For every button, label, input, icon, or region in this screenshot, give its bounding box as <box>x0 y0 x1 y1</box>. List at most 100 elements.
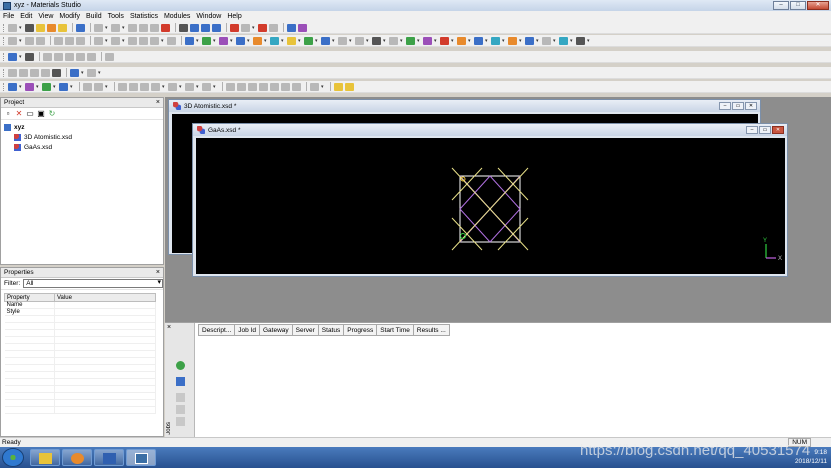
supercell-icon[interactable] <box>140 82 149 91</box>
castep-icon[interactable] <box>423 36 432 45</box>
chevron-down-icon[interactable]: ▾ <box>587 37 591 45</box>
dmol3-icon[interactable] <box>406 36 415 45</box>
restore-button[interactable]: ▭ <box>759 126 771 134</box>
conformers-icon[interactable] <box>525 36 534 45</box>
play-icon[interactable] <box>83 82 92 91</box>
chevron-down-icon[interactable]: ▾ <box>179 83 183 91</box>
script-icon[interactable] <box>8 52 17 61</box>
chevron-down-icon[interactable]: ▾ <box>315 37 319 45</box>
sketch-pointer-icon[interactable] <box>43 52 52 61</box>
property-value[interactable] <box>54 308 156 316</box>
anim-last-icon[interactable] <box>281 82 290 91</box>
chevron-down-icon[interactable]: ▾ <box>19 24 23 32</box>
save-icon[interactable] <box>25 23 34 32</box>
sorption-icon[interactable] <box>321 36 330 45</box>
menu-build[interactable]: Build <box>86 13 102 20</box>
toolbar-grip[interactable] <box>3 82 6 91</box>
new-folder-icon[interactable]: ▫ <box>4 109 12 118</box>
visualizer-tools-icon[interactable] <box>576 36 585 45</box>
start-button[interactable] <box>2 448 24 467</box>
anim-first-icon[interactable] <box>226 82 235 91</box>
menu-statistics[interactable]: Statistics <box>130 13 158 20</box>
chevron-down-icon[interactable]: ▾ <box>98 69 102 77</box>
pause-job-icon[interactable] <box>176 405 185 414</box>
chevron-down-icon[interactable]: ▾ <box>19 37 23 45</box>
distribute-icon[interactable] <box>65 36 74 45</box>
redo-icon[interactable] <box>111 23 120 32</box>
chevron-down-icon[interactable]: ▾ <box>161 37 165 45</box>
import-icon[interactable] <box>58 23 67 32</box>
sort-ba-icon[interactable] <box>139 36 148 45</box>
chevron-down-icon[interactable]: ▾ <box>19 83 23 91</box>
maximize-button[interactable]: □ <box>790 1 806 10</box>
chevron-down-icon[interactable]: ▾ <box>570 37 574 45</box>
blends-icon[interactable] <box>508 36 517 45</box>
label-icon[interactable] <box>287 23 296 32</box>
dftb-icon[interactable] <box>457 36 466 45</box>
symmetry-icon[interactable] <box>118 82 127 91</box>
chevron-down-icon[interactable]: ▾ <box>105 83 109 91</box>
chevron-down-icon[interactable]: ▾ <box>162 83 166 91</box>
menu-tools[interactable]: Tools <box>108 13 124 20</box>
toolbar-grip[interactable] <box>3 52 6 61</box>
calculator-icon[interactable] <box>334 82 343 91</box>
group-icon[interactable] <box>76 36 85 45</box>
chevron-down-icon[interactable]: ▾ <box>451 37 455 45</box>
lighting-icon[interactable] <box>87 68 96 77</box>
project-root[interactable]: xyz <box>4 122 160 132</box>
chevron-down-icon[interactable]: ▾ <box>434 37 438 45</box>
menu-window[interactable]: Window <box>196 13 221 20</box>
column-header-job-id[interactable]: Job Id <box>234 324 260 336</box>
synthia-icon[interactable] <box>559 36 568 45</box>
refresh-icon[interactable] <box>176 361 185 370</box>
anim-play-icon[interactable] <box>259 82 268 91</box>
report-icon[interactable] <box>345 82 354 91</box>
snap-icon[interactable] <box>30 68 39 77</box>
new-icon[interactable] <box>8 23 17 32</box>
open-folder-icon[interactable] <box>36 23 45 32</box>
tree-item-gaas[interactable]: GaAs.xsd <box>4 142 160 152</box>
menu-file[interactable]: File <box>3 13 14 20</box>
grid-view-icon[interactable] <box>176 377 185 386</box>
chevron-down-icon[interactable]: ▾ <box>247 37 251 45</box>
build-vacuum-icon[interactable] <box>270 36 279 45</box>
table-row[interactable]: Name <box>4 301 156 309</box>
align-grid-icon[interactable] <box>19 68 28 77</box>
chevron-down-icon[interactable]: ▾ <box>502 37 506 45</box>
chevron-down-icon[interactable]: ▾ <box>485 37 489 45</box>
anim-loop-icon[interactable] <box>292 82 301 91</box>
sketch-ring-icon[interactable] <box>25 82 34 91</box>
step-icon[interactable] <box>94 82 103 91</box>
close-icon[interactable]: × <box>167 324 171 331</box>
taskbar-explorer[interactable] <box>30 449 60 466</box>
translate-icon[interactable] <box>212 23 221 32</box>
chevron-down-icon[interactable]: ▾ <box>332 37 336 45</box>
mesocite-icon[interactable] <box>491 36 500 45</box>
anim-next-icon[interactable] <box>270 82 279 91</box>
minimize-button[interactable]: – <box>773 1 789 10</box>
close-button[interactable]: ✕ <box>807 1 829 10</box>
grid-icon[interactable] <box>8 36 17 45</box>
build-layer-icon[interactable] <box>236 36 245 45</box>
delete-icon[interactable] <box>161 23 170 32</box>
tree-item-3d-atomistic[interactable]: 3D Atomistic.xsd <box>4 132 160 142</box>
chevron-down-icon[interactable]: ▾ <box>298 37 302 45</box>
chevron-down-icon[interactable]: ▾ <box>264 37 268 45</box>
chart-icon[interactable] <box>167 36 176 45</box>
reflex-icon[interactable] <box>338 36 347 45</box>
chevron-down-icon[interactable]: ▾ <box>213 37 217 45</box>
filter-icon[interactable] <box>150 36 159 45</box>
function-icon[interactable] <box>25 52 34 61</box>
save-all-icon[interactable] <box>47 23 56 32</box>
3d-viewer-canvas[interactable]: Y X <box>196 138 785 274</box>
sketch-rotate-icon[interactable] <box>76 52 85 61</box>
sketch-search-icon[interactable] <box>54 52 63 61</box>
cleave-icon[interactable] <box>168 82 177 91</box>
anim-prev-icon[interactable] <box>237 82 246 91</box>
chevron-down-icon[interactable]: ▾ <box>349 37 353 45</box>
lattice-icon[interactable] <box>151 82 160 91</box>
document-title-bar[interactable]: GaAs.xsd * – ▭ ✕ <box>193 124 787 136</box>
column-header-start-time[interactable]: Start Time <box>376 324 414 336</box>
close-icon[interactable]: × <box>156 98 160 108</box>
document-title-bar[interactable]: 3D Atomistic.xsd * – ▭ ✕ <box>169 100 760 112</box>
